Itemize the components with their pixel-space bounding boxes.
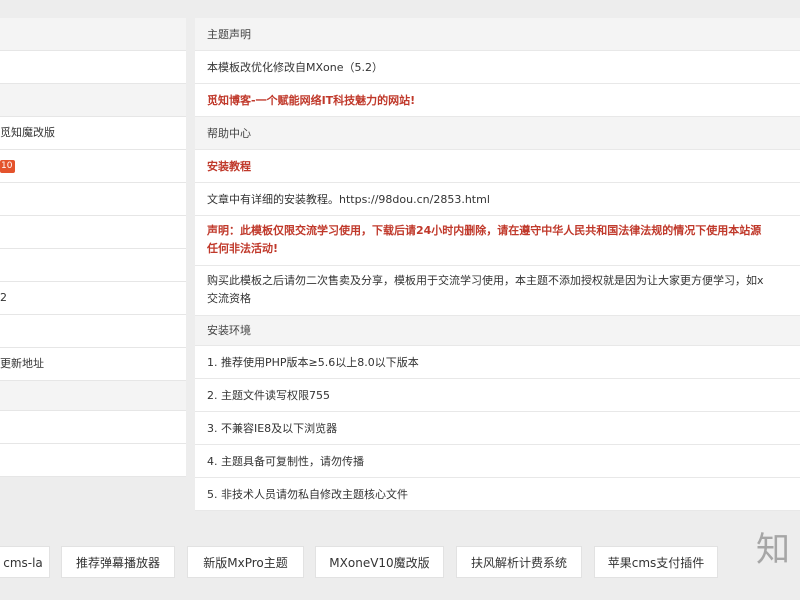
env-item: 5. 非技术人员请勿私自修改主题核心文件 [195,478,800,511]
left-row[interactable] [0,51,186,84]
left-row[interactable] [0,411,186,444]
left-row[interactable] [0,183,186,216]
section-title: 主题声明 [207,28,251,41]
tag-button[interactable]: 推荐弹幕播放器 [61,546,175,578]
disclaimer-row: 声明：此模板仅限交流学习使用，下载后请24小时内删除，请在遵守中华人民共和国法律… [195,216,800,266]
left-row-version[interactable]: 觅知魔改版 [0,117,186,150]
zhihu-watermark: 知 [756,530,790,570]
left-row[interactable] [0,444,186,477]
install-tutorial-row[interactable]: 安装教程 [195,150,800,183]
env-item: 2. 主题文件读写权限755 [195,379,800,412]
hot-badge: 10 [0,159,16,173]
section-title: 安装环境 [207,324,251,337]
env-item: 4. 主题具备可复制性，请勿传播 [195,445,800,478]
tutorial-text-row: 文章中有详细的安装教程。https://98dou.cn/2853.html [195,183,800,216]
left-row[interactable]: 2 [0,282,186,315]
disclaimer-line: 任何非法活动! [207,242,279,255]
tag-button[interactable]: 扶风解析计费系统 [456,546,582,578]
left-row [0,18,186,51]
left-row[interactable] [0,315,186,348]
tag-button[interactable]: MXoneV10魔改版 [315,546,444,578]
left-row-update-url[interactable]: 更新地址 [0,348,186,381]
tag-button[interactable]: cms-la [0,546,50,578]
related-tags: cms-la 推荐弹幕播放器 新版MxPro主题 MXoneV10魔改版 扶风解… [0,546,800,580]
tag-button[interactable]: 新版MxPro主题 [187,546,304,578]
section-title: 帮助中心 [207,127,251,140]
tag-button[interactable]: 苹果cms支付插件 [594,546,718,578]
left-row [0,381,186,411]
section-header-theme: 主题声明 [195,18,800,51]
left-row[interactable] [0,216,186,249]
purchase-note-row: 购买此模板之后请勿二次售卖及分享，模板用于交流学习使用，本主题不添加授权就是因为… [195,266,800,316]
left-row [0,84,186,117]
left-row-badge[interactable]: 10 [0,150,186,183]
section-header-env: 安装环境 [195,316,800,346]
env-item: 1. 推荐使用PHP版本≥5.6以上8.0以下版本 [195,346,800,379]
install-tutorial-link[interactable]: 安装教程 [207,160,251,173]
disclaimer-line: 声明：此模板仅限交流学习使用，下载后请24小时内删除，请在遵守中华人民共和国法律… [207,224,762,237]
site-slogan-link[interactable]: 觅知博客-一个赋能网络IT科技魅力的网站! [207,94,415,107]
left-row[interactable] [0,249,186,282]
section-header-help: 帮助中心 [195,117,800,150]
env-item: 3. 不兼容IE8及以下浏览器 [195,412,800,445]
theme-note-row: 本模板改优化修改自MXone（5.2） [195,51,800,84]
theme-slogan-row[interactable]: 觅知博客-一个赋能网络IT科技魅力的网站! [195,84,800,117]
